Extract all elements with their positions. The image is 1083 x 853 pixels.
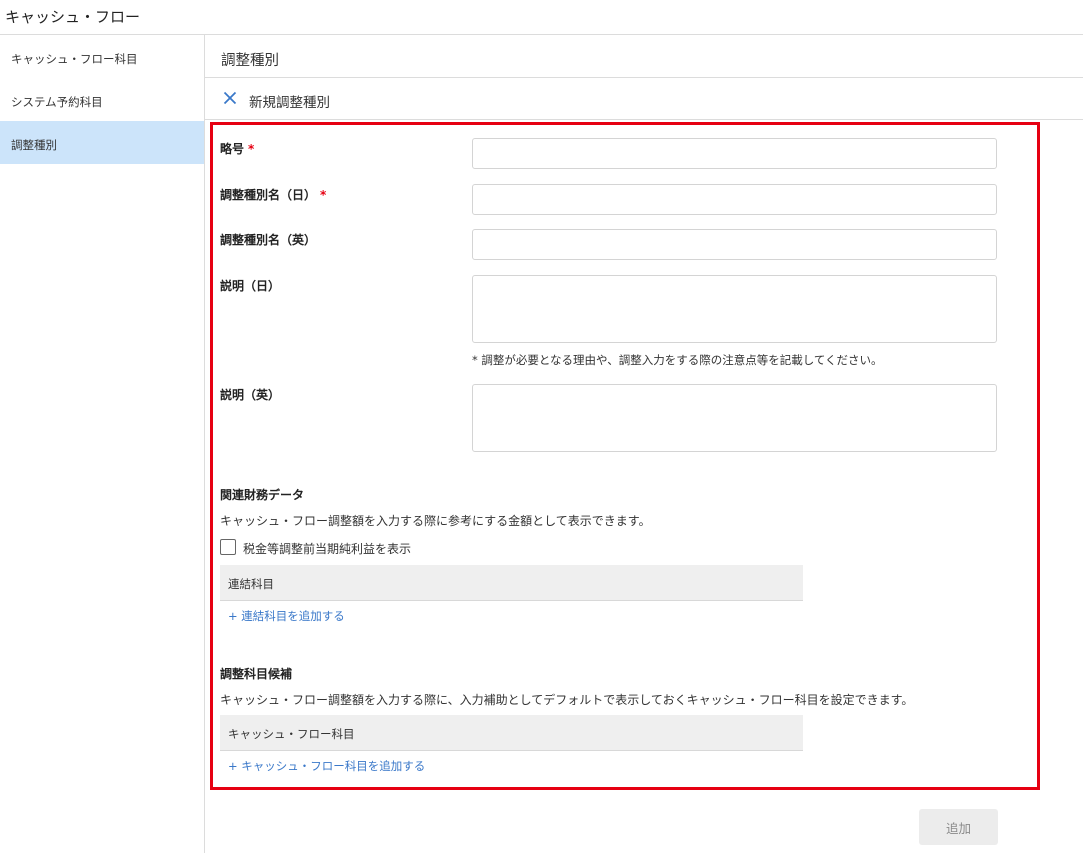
name-en-input[interactable] [472, 229, 997, 260]
description-ja-textarea[interactable] [472, 275, 997, 343]
adjustment-candidates-title: 調整科目候補 [220, 667, 293, 681]
required-mark: * [248, 142, 255, 156]
form-header: 新規調整種別 [205, 78, 1083, 120]
abbreviation-label: 略号 * [220, 140, 254, 157]
sidebar-item-system-reserved[interactable]: システム予約科目 [0, 78, 204, 121]
highlight-box [210, 122, 1040, 790]
name-ja-label: 調整種別名（日） * [220, 186, 326, 203]
form-title: 新規調整種別 [249, 95, 330, 111]
consolidated-accounts-table-header: 連結科目 [220, 565, 803, 601]
name-ja-input[interactable] [472, 184, 997, 215]
adjustment-candidates-description: キャッシュ・フロー調整額を入力する際に、入力補助としてデフォルトで表示しておくキ… [220, 693, 914, 707]
add-cashflow-account-link[interactable]: + キャッシュ・フロー科目を追加する [228, 758, 425, 774]
sidebar-item-label: システム予約科目 [11, 95, 103, 109]
close-icon[interactable] [223, 91, 237, 105]
page-title: 調整種別 [221, 53, 279, 69]
cashflow-accounts-table-header: キャッシュ・フロー科目 [220, 715, 803, 751]
description-en-textarea[interactable] [472, 384, 997, 452]
sidebar-item-label: キャッシュ・フロー科目 [11, 52, 138, 66]
consolidated-accounts-column: 連結科目 [228, 577, 274, 591]
app-window: キャッシュ・フロー キャッシュ・フロー科目 システム予約科目 調整種別 調整種別… [0, 0, 1083, 853]
sidebar-item-adjustment-types[interactable]: 調整種別 [0, 121, 204, 164]
description-ja-label: 説明（日） [220, 279, 281, 293]
pretax-income-checkbox[interactable] [220, 539, 236, 555]
page-header: 調整種別 [205, 35, 1083, 78]
top-bar: キャッシュ・フロー [0, 0, 1083, 35]
related-data-description: キャッシュ・フロー調整額を入力する際に参考にする金額として表示できます。 [220, 514, 651, 528]
abbreviation-label-text: 略号 [220, 142, 245, 156]
sidebar-item-cashflow-accounts[interactable]: キャッシュ・フロー科目 [0, 35, 204, 78]
description-en-label: 説明（英） [220, 388, 281, 402]
pretax-income-checkbox-label[interactable]: 税金等調整前当期純利益を表示 [243, 540, 411, 557]
required-mark: * [320, 188, 327, 202]
abbreviation-input[interactable] [472, 138, 997, 169]
name-ja-label-text: 調整種別名（日） [220, 188, 317, 202]
sidebar-item-label: 調整種別 [11, 138, 57, 152]
name-en-label: 調整種別名（英） [220, 233, 317, 247]
description-ja-hint: * 調整が必要となる理由や、調整入力をする際の注意点等を記載してください。 [472, 353, 883, 367]
add-consolidated-account-link[interactable]: + 連結科目を追加する [228, 608, 345, 624]
add-button[interactable]: 追加 [919, 809, 998, 845]
cashflow-accounts-column: キャッシュ・フロー科目 [228, 727, 355, 741]
related-data-title: 関連財務データ [220, 488, 305, 502]
sidebar: キャッシュ・フロー科目 システム予約科目 調整種別 [0, 35, 205, 853]
app-title: キャッシュ・フロー [5, 8, 141, 26]
